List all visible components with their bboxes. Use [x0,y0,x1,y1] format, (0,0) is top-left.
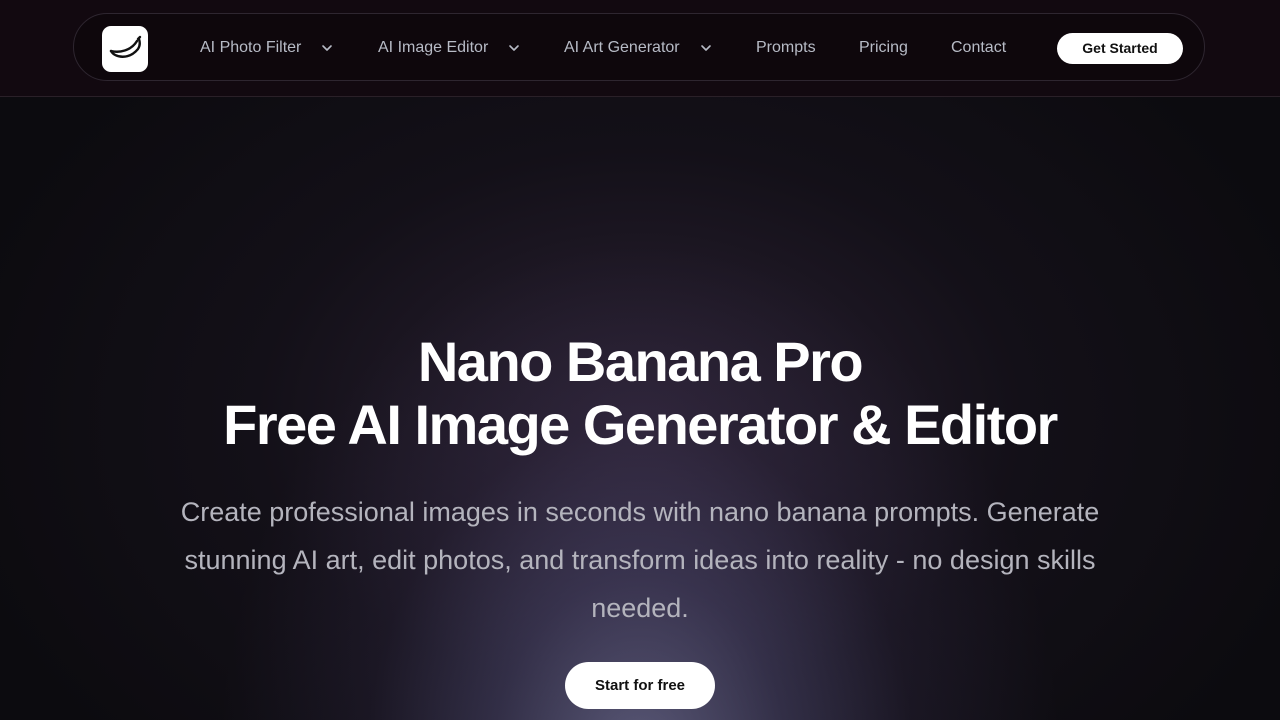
nav-item-ai-art-generator[interactable]: AI Art Generator [564,38,680,58]
hero-subtitle: Create professional images in seconds wi… [180,497,1100,623]
nav-item-prompts[interactable]: Prompts [756,38,816,58]
page: AI Photo Filter AI Image Editor AI Art G… [0,0,1280,720]
chevron-down-icon[interactable] [508,43,520,53]
nav-item-ai-image-editor[interactable]: AI Image Editor [378,38,488,58]
hero-title-line-2: Free AI Image Generator & Editor [223,393,1058,456]
hero-title-line-1: Nano Banana Pro [417,330,864,393]
get-started-button[interactable]: Get Started [1057,33,1183,64]
nav-item-contact[interactable]: Contact [951,38,1006,58]
logo-button[interactable] [102,26,148,72]
main-nav: AI Photo Filter AI Image Editor AI Art G… [73,13,1205,81]
start-for-free-button[interactable]: Start for free [565,662,715,709]
hero-title: Nano Banana Pro Free AI Image Generator … [0,330,1280,456]
nav-item-pricing[interactable]: Pricing [859,38,908,58]
top-bar: AI Photo Filter AI Image Editor AI Art G… [0,0,1280,97]
chevron-down-icon[interactable] [321,43,333,53]
banana-icon [109,35,142,58]
chevron-down-icon[interactable] [700,43,712,53]
nav-item-ai-photo-filter[interactable]: AI Photo Filter [200,38,301,58]
